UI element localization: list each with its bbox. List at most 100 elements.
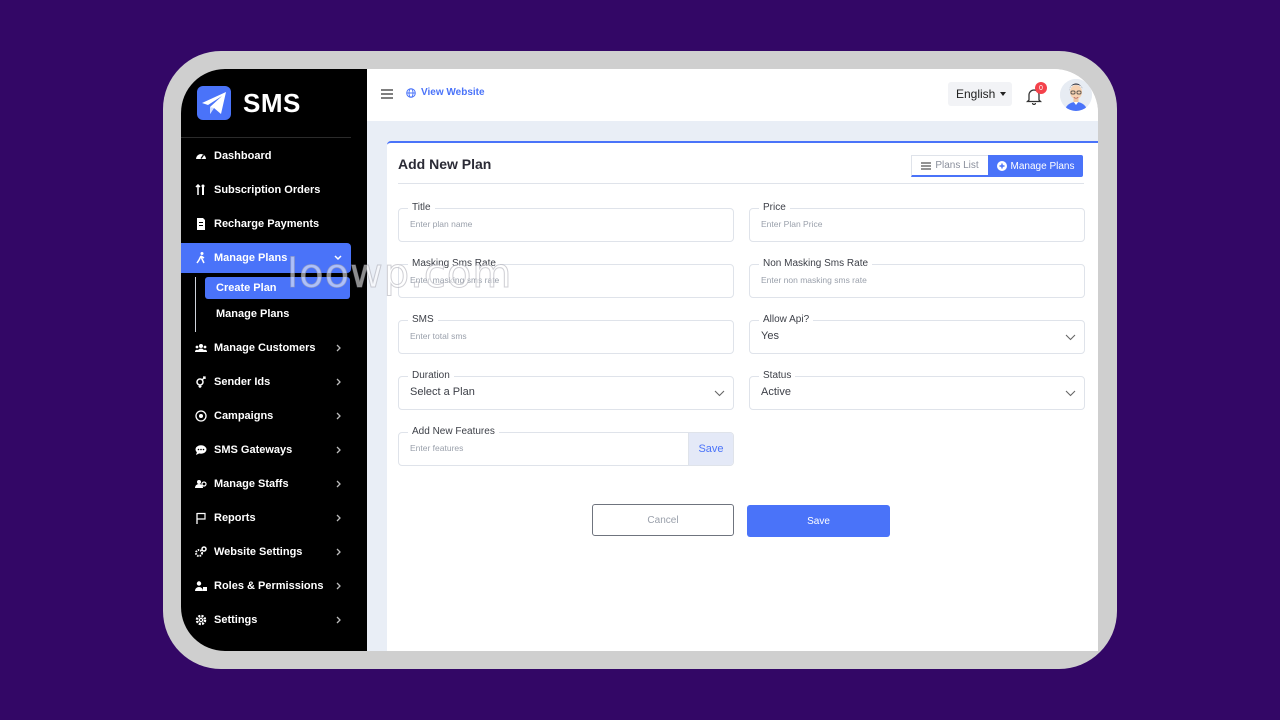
- users-icon: [195, 342, 207, 354]
- topbar: View Website English 0: [367, 69, 1098, 121]
- plans-list-label: Plans List: [935, 160, 979, 171]
- view-website-label: View Website: [421, 87, 485, 98]
- sidebar-item-label: Recharge Payments: [214, 218, 320, 230]
- sidebar-item-sender-ids[interactable]: Sender Ids: [181, 367, 351, 397]
- add-plan-card: Add New Plan Plans List Manage Plans Tit…: [387, 141, 1098, 651]
- duration-label: Duration: [408, 369, 454, 383]
- sidebar-item-label: Dashboard: [214, 150, 272, 162]
- duration-value: Select a Plan: [410, 386, 475, 398]
- language-label: English: [956, 87, 996, 101]
- user-avatar-icon: [1060, 79, 1092, 111]
- plus-circle-icon: [996, 161, 1007, 171]
- duration-select[interactable]: Duration Select a Plan: [398, 369, 734, 410]
- sidebar-item-label: Sender Ids: [214, 376, 271, 388]
- sidebar-item-label: SMS Gateways: [214, 444, 293, 456]
- sidebar-item-label: Manage Plans: [214, 252, 288, 264]
- chevron-down-icon: [1065, 390, 1076, 397]
- staff-icon: [195, 478, 207, 490]
- status-select[interactable]: Status Active: [749, 369, 1085, 410]
- paper-plane-icon: [197, 86, 231, 120]
- allow-api-value: Yes: [761, 330, 779, 342]
- brand-name: SMS: [243, 87, 301, 118]
- sms-placeholder: Enter total sms: [410, 331, 467, 341]
- chevron-down-icon: [714, 390, 725, 397]
- status-label: Status: [759, 369, 796, 383]
- globe-icon: [406, 87, 416, 98]
- chevron-right-icon: [336, 582, 341, 590]
- logo[interactable]: SMS: [197, 86, 301, 120]
- sidebar-item-dashboard[interactable]: Dashboard: [181, 141, 351, 171]
- card-divider: [398, 183, 1084, 184]
- chevron-right-icon: [336, 616, 341, 624]
- watermark: loowp.com: [286, 251, 513, 298]
- chevron-down-icon: [1065, 334, 1076, 341]
- title-field[interactable]: Title Enter plan name: [398, 201, 734, 242]
- dashboard-icon: [195, 150, 207, 162]
- chevron-right-icon: [336, 446, 341, 454]
- chevron-right-icon: [336, 548, 341, 556]
- language-select[interactable]: English: [948, 82, 1012, 106]
- cogs-icon: [195, 546, 207, 558]
- submenu-line: [195, 277, 196, 332]
- subitem-label: Manage Plans: [216, 308, 290, 320]
- sidebar-item-label: Settings: [214, 614, 258, 626]
- chevron-right-icon: [336, 514, 341, 522]
- sidebar-item-manage-staffs[interactable]: Manage Staffs: [181, 469, 351, 499]
- save-button[interactable]: Save: [747, 505, 890, 537]
- price-placeholder: Enter Plan Price: [761, 219, 823, 229]
- non-masking-sms-rate-field[interactable]: Non Masking Sms Rate Enter non masking s…: [749, 257, 1085, 298]
- price-label: Price: [759, 201, 790, 215]
- sidebar-item-manage-customers[interactable]: Manage Customers: [181, 333, 351, 363]
- sidebar-item-website-settings[interactable]: Website Settings: [181, 537, 351, 567]
- sidebar-subitem-manage-plans[interactable]: Manage Plans: [205, 303, 350, 325]
- target-icon: [195, 410, 207, 422]
- gender-icon: [195, 376, 207, 388]
- notification-badge: 0: [1035, 82, 1047, 94]
- walking-icon: [195, 252, 207, 264]
- title-label: Title: [408, 201, 435, 215]
- sidebar-item-label: Roles & Permissions: [214, 580, 324, 592]
- sms-field[interactable]: SMS Enter total sms: [398, 313, 734, 354]
- status-value: Active: [761, 386, 791, 398]
- add-feature-button[interactable]: Save: [688, 433, 733, 465]
- caret-down-icon: [1000, 92, 1007, 96]
- flag-icon: [195, 512, 207, 524]
- gear-icon: [195, 614, 207, 626]
- sidebar-item-subscription-orders[interactable]: Subscription Orders: [181, 175, 351, 205]
- non-masking-sms-rate-label: Non Masking Sms Rate: [759, 257, 873, 271]
- invoice-icon: [195, 218, 207, 230]
- sidebar-item-label: Reports: [214, 512, 256, 524]
- chevron-right-icon: [336, 378, 341, 386]
- sidebar-item-campaigns[interactable]: Campaigns: [181, 401, 351, 431]
- sidebar-item-label: Website Settings: [214, 546, 303, 558]
- features-label: Add New Features: [408, 425, 499, 439]
- sort-icon: [195, 184, 207, 196]
- chevron-right-icon: [336, 412, 341, 420]
- sidebar: SMS Dashboard Subscription Orders Rechar…: [181, 69, 367, 651]
- manage-plans-button[interactable]: Manage Plans: [988, 155, 1083, 177]
- features-field[interactable]: Add New Features Enter features Save: [398, 425, 734, 466]
- sidebar-item-reports[interactable]: Reports: [181, 503, 351, 533]
- sidebar-item-sms-gateways[interactable]: SMS Gateways: [181, 435, 351, 465]
- sidebar-item-label: Manage Customers: [214, 342, 316, 354]
- non-masking-sms-rate-placeholder: Enter non masking sms rate: [761, 275, 867, 285]
- avatar[interactable]: [1060, 79, 1092, 111]
- chevron-right-icon: [336, 344, 341, 352]
- user-lock-icon: [195, 580, 207, 592]
- menu-icon[interactable]: [381, 88, 393, 100]
- price-field[interactable]: Price Enter Plan Price: [749, 201, 1085, 242]
- sidebar-divider: [181, 137, 351, 138]
- sidebar-item-settings[interactable]: Settings: [181, 605, 351, 635]
- allow-api-label: Allow Api?: [759, 313, 814, 327]
- sms-label: SMS: [408, 313, 438, 327]
- cancel-button[interactable]: Cancel: [592, 504, 734, 536]
- allow-api-select[interactable]: Allow Api? Yes: [749, 313, 1085, 354]
- page-title: Add New Plan: [398, 156, 492, 172]
- sidebar-item-label: Subscription Orders: [214, 184, 321, 196]
- plans-list-button[interactable]: Plans List: [911, 155, 989, 177]
- view-website-link[interactable]: View Website: [406, 87, 485, 98]
- chevron-right-icon: [336, 480, 341, 488]
- manage-plans-label: Manage Plans: [1010, 160, 1075, 172]
- sidebar-item-recharge-payments[interactable]: Recharge Payments: [181, 209, 351, 239]
- sidebar-item-roles-permissions[interactable]: Roles & Permissions: [181, 571, 351, 601]
